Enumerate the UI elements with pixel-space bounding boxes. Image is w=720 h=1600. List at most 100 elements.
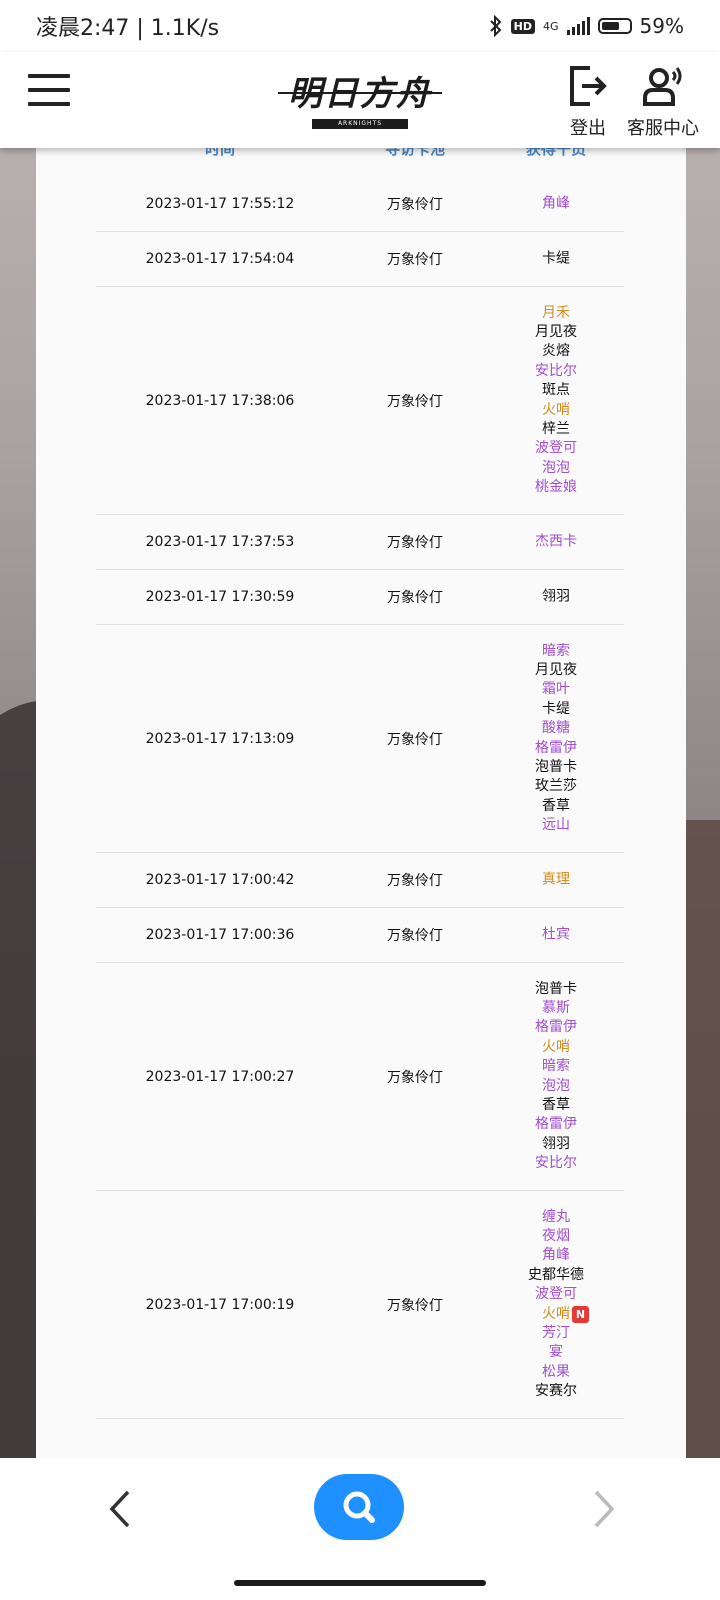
operator-name-text: 泡普卡 bbox=[535, 980, 577, 997]
operator-name: 泡泡 bbox=[535, 459, 577, 478]
operator-name-text: 月见夜 bbox=[535, 661, 577, 678]
status-time-speed: 凌晨2:47 | 1.1K/s bbox=[36, 16, 220, 41]
new-badge: N bbox=[572, 1305, 589, 1323]
operator-name: 香草 bbox=[535, 1096, 577, 1115]
operator-name: 卡缇 bbox=[535, 700, 577, 719]
operator-name-text: 火哨 bbox=[542, 1305, 570, 1322]
operator-name-text: 夜烟 bbox=[542, 1227, 570, 1244]
operator-name: 酸糖 bbox=[535, 719, 577, 738]
row-operators: 角峰 bbox=[542, 194, 570, 213]
operator-name: 格雷伊 bbox=[535, 739, 577, 758]
operator-name-text: 暗索 bbox=[542, 642, 570, 659]
operator-name-text: 斑点 bbox=[542, 382, 570, 399]
row-pool: 万象伶仃 bbox=[387, 731, 443, 748]
operator-name-text: 远山 bbox=[542, 817, 570, 834]
gacha-history-card: 时间 寻访卡池 获得干员 2023-01-17 17:55:12 万象伶仃 角峰 20… bbox=[36, 120, 686, 1460]
row-operators: 暗索月见夜霜叶 卡缇 酸糖格雷伊 泡普卡玫兰莎香草远山 bbox=[535, 641, 577, 835]
row-pool: 万象伶仃 bbox=[387, 252, 443, 268]
logo-line bbox=[278, 92, 442, 94]
operator-name-text: 桃金娘 bbox=[535, 479, 577, 496]
operator-name: 泡普卡 bbox=[535, 979, 577, 998]
operator-name-text: 火哨 bbox=[542, 401, 570, 418]
operator-name: 暗索 bbox=[535, 641, 577, 660]
table-row: 2023-01-17 17:37:53 万象伶仃 杰西卡 bbox=[96, 515, 624, 570]
operator-name-text: 真理 bbox=[542, 871, 570, 888]
status-bar: 凌晨2:47 | 1.1K/s HD 4G 59% bbox=[0, 0, 720, 52]
operator-name-text: 格雷伊 bbox=[535, 1019, 577, 1036]
operator-name-text: 宴 bbox=[549, 1344, 563, 1361]
row-pool: 万象伶仃 bbox=[387, 1297, 443, 1314]
operator-name: 斑点 bbox=[535, 381, 577, 400]
prev-page-button[interactable] bbox=[100, 1486, 140, 1532]
operator-name: 桃金娘 bbox=[535, 478, 577, 497]
row-pool: 万象伶仃 bbox=[387, 535, 443, 551]
operator-name-text: 杜宾 bbox=[542, 926, 570, 943]
operator-name: 格雷伊 bbox=[535, 1115, 577, 1134]
hamburger-icon[interactable] bbox=[28, 74, 70, 108]
operator-name-text: 杰西卡 bbox=[535, 533, 577, 550]
operator-name-text: 香草 bbox=[542, 797, 570, 814]
operator-name: 火哨 bbox=[535, 1038, 577, 1057]
row-pool: 万象伶仃 bbox=[387, 1069, 443, 1086]
operator-name-text: 安赛尔 bbox=[535, 1383, 577, 1400]
customer-service-icon bbox=[643, 67, 682, 106]
operator-name: 玫兰莎 bbox=[535, 777, 577, 796]
operator-name-text: 月禾 bbox=[542, 304, 570, 321]
operator-name: 泡泡 bbox=[535, 1077, 577, 1096]
table-row: 2023-01-17 17:55:12 万象伶仃 角峰 bbox=[96, 176, 624, 232]
row-operators: 翎羽 bbox=[542, 587, 570, 606]
row-pool: 万象伶仃 bbox=[387, 873, 443, 889]
operator-name-text: 波登可 bbox=[535, 1286, 577, 1303]
row-operators: 月禾 月见夜 炎熔 安比尔 斑点 火哨 梓兰 波登可 泡泡 桃金娘 bbox=[535, 303, 577, 497]
table-row: 2023-01-17 17:54:04 万象伶仃 卡缇 bbox=[96, 232, 624, 287]
operator-name-text: 酸糖 bbox=[542, 720, 570, 737]
operator-name-text: 角峰 bbox=[542, 1247, 570, 1264]
row-time: 2023-01-17 17:13:09 bbox=[145, 730, 295, 747]
row-time: 2023-01-17 17:00:27 bbox=[145, 1068, 295, 1085]
operator-name: 梓兰 bbox=[535, 420, 577, 439]
logo-text: 明日方舟 bbox=[288, 74, 432, 114]
operator-name-text: 泡泡 bbox=[542, 1077, 570, 1094]
operator-name-text: 香草 bbox=[542, 1096, 570, 1113]
operator-name-text: 史都华德 bbox=[528, 1266, 584, 1283]
operator-name-text: 翎羽 bbox=[542, 1135, 570, 1152]
operator-name: 史都华德 bbox=[528, 1266, 584, 1285]
customer-service-button[interactable]: 客服中心 bbox=[622, 64, 704, 140]
operator-name-text: 火哨 bbox=[542, 1038, 570, 1055]
row-operators: 缠丸 夜烟 角峰 史都华德 波登可 火哨 N 芳汀宴松果 安赛尔 bbox=[528, 1207, 589, 1401]
table-row: 2023-01-17 17:38:06 万象伶仃 月禾 月见夜 炎熔 安比尔 斑点 火哨 梓兰波… bbox=[96, 287, 624, 515]
logout-icon bbox=[570, 66, 607, 106]
next-page-button[interactable] bbox=[584, 1486, 624, 1532]
logo-subtitle: ARKNIGHTS bbox=[312, 119, 408, 129]
operator-name: 慕斯 bbox=[535, 999, 577, 1018]
operator-name-text: 梓兰 bbox=[542, 420, 570, 437]
operator-name-text: 泡普卡 bbox=[535, 758, 577, 775]
operator-name-text: 卡缇 bbox=[542, 250, 570, 267]
operator-name: 霜叶 bbox=[535, 680, 577, 699]
logout-label: 登出 bbox=[570, 118, 606, 139]
service-label: 客服中心 bbox=[627, 118, 699, 139]
row-pool: 万象伶仃 bbox=[387, 196, 443, 213]
operator-name-text: 格雷伊 bbox=[535, 1116, 577, 1133]
search-icon bbox=[343, 1491, 375, 1523]
status-icons: HD 4G 59% bbox=[489, 14, 684, 38]
operator-name: 杰西卡 bbox=[535, 532, 577, 551]
operator-name-text: 玫兰莎 bbox=[535, 778, 577, 795]
logout-button[interactable]: 登出 bbox=[566, 64, 610, 140]
operator-name: 松果 bbox=[528, 1363, 584, 1382]
row-time: 2023-01-17 17:00:19 bbox=[145, 1296, 295, 1313]
network-label: 4G bbox=[543, 19, 559, 33]
table-row: 2023-01-17 17:30:59 万象伶仃 翎羽 bbox=[96, 570, 624, 625]
operator-name: 翎羽 bbox=[542, 587, 570, 606]
row-operators: 杰西卡 bbox=[535, 532, 577, 551]
operator-name: 火哨 bbox=[535, 401, 577, 420]
home-indicator bbox=[234, 1580, 486, 1586]
operator-name: 夜烟 bbox=[528, 1227, 584, 1246]
search-button[interactable] bbox=[314, 1474, 404, 1540]
operator-name-text: 缠丸 bbox=[542, 1208, 570, 1225]
row-pool: 万象伶仃 bbox=[387, 928, 443, 944]
bottom-navigation bbox=[0, 1458, 720, 1600]
chevron-left-icon bbox=[109, 1490, 130, 1528]
row-time: 2023-01-17 17:38:06 bbox=[145, 392, 295, 409]
operator-name-text: 角峰 bbox=[542, 194, 570, 211]
